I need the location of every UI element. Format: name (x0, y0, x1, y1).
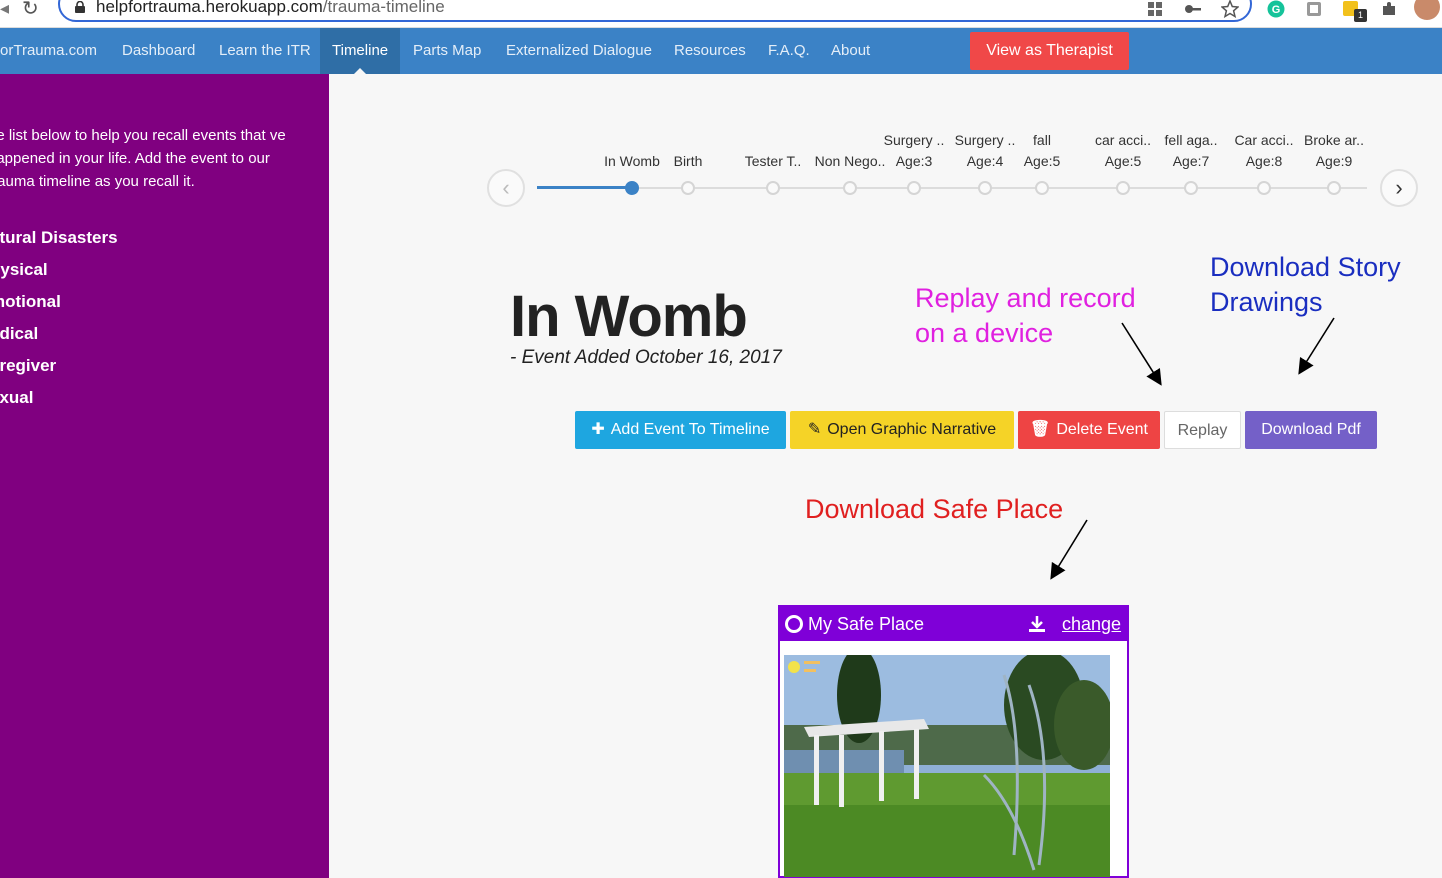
timeline-dot[interactable] (1327, 181, 1341, 195)
timeline-event-age: Age:3 (895, 153, 933, 169)
timeline-dot[interactable] (1116, 181, 1130, 195)
browser-toolbar: ◂ ↻ helpfortrauma.herokuapp.com/trauma-t… (0, 0, 1442, 28)
open-graphic-narrative-button[interactable]: ✎ Open Graphic Narrative (790, 411, 1014, 449)
event-title: In Womb (510, 284, 748, 349)
add-event-label: Add Event To Timeline (610, 421, 770, 438)
annotation-story-line1: Download Story (1210, 252, 1401, 282)
avatar[interactable] (1414, 0, 1440, 20)
safe-place-title: My Safe Place (808, 614, 925, 634)
category-natural-disasters[interactable]: atural Disasters (0, 228, 118, 248)
open-graphic-narrative-label: Open Graphic Narrative (827, 421, 997, 438)
add-event-button[interactable]: ✚ Add Event To Timeline (575, 411, 786, 449)
timeline-next-button[interactable]: › (1380, 169, 1418, 207)
timeline-event-age: Age:5 (1104, 153, 1142, 169)
lock-icon (75, 1, 85, 13)
category-medical[interactable]: edical (0, 324, 38, 344)
safe-place-photo (784, 655, 1110, 877)
download-icon[interactable] (1027, 614, 1047, 634)
grammarly-icon[interactable]: G (1267, 0, 1285, 18)
nav-about[interactable]: About (831, 28, 870, 74)
timeline-event-title[interactable]: Surgery .. (884, 132, 945, 148)
url-host: helpfortrauma.herokuapp.com (96, 0, 323, 16)
trash-icon: 🗑 (1030, 421, 1051, 438)
timeline-event-title[interactable]: Tester T.. (745, 153, 802, 169)
back-icon[interactable]: ◂ (0, 0, 9, 17)
category-sexual[interactable]: exual (0, 388, 33, 408)
timeline-event-title[interactable]: Broke ar.. (1304, 132, 1364, 148)
arrow-to-safe-place (1050, 519, 1088, 580)
timeline-event-age: Age:7 (1172, 153, 1210, 169)
nav-parts-map[interactable]: Parts Map (413, 28, 481, 74)
extension-badge: 1 (1354, 9, 1367, 22)
sidebar: he list below to help you recall events … (0, 74, 329, 878)
timeline-dot[interactable] (843, 181, 857, 195)
url-text[interactable]: helpfortrauma.herokuapp.com/trauma-timel… (96, 0, 445, 17)
timeline-event-title[interactable]: Non Nego.. (815, 153, 886, 169)
replay-button[interactable]: Replay (1164, 411, 1241, 449)
delete-event-button[interactable]: 🗑 Delete Event (1018, 411, 1160, 449)
timeline-event-age: Age:8 (1245, 153, 1283, 169)
annotation-replay-line2: on a device (915, 318, 1054, 348)
safe-place-image (784, 655, 1110, 877)
category-physical[interactable]: hysical (0, 260, 48, 280)
timeline-dot[interactable] (1184, 181, 1198, 195)
category-caregiver[interactable]: aregiver (0, 356, 56, 376)
change-link[interactable]: change (1062, 614, 1121, 635)
star-icon[interactable] (1221, 0, 1239, 18)
puzzle-icon[interactable] (1380, 0, 1398, 18)
nav-externalized-dialogue[interactable]: Externalized Dialogue (506, 28, 652, 74)
timeline-dot[interactable] (1035, 181, 1049, 195)
svg-text:G: G (1272, 4, 1281, 16)
lifebuoy-icon (785, 615, 803, 633)
timeline-dot[interactable] (1257, 181, 1271, 195)
key-icon[interactable] (1184, 0, 1202, 18)
timeline-dot[interactable] (681, 181, 695, 195)
timeline-event-title[interactable]: Birth (674, 153, 703, 169)
annotation-safe-place: Download Safe Place (805, 494, 1064, 524)
sidebar-intro: he list below to help you recall events … (0, 127, 286, 190)
timeline-event-title[interactable]: fall (1033, 132, 1051, 148)
timeline-event-title[interactable]: In Womb (604, 153, 660, 169)
timeline-dot[interactable] (907, 181, 921, 195)
nav-faq[interactable]: F.A.Q. (768, 28, 810, 74)
annotation-replay-line1: Replay and record (915, 283, 1136, 313)
main-navbar: orTrauma.com Dashboard Learn the ITR Tim… (0, 28, 1442, 74)
timeline-event-title[interactable]: fell aga.. (1165, 132, 1218, 148)
timeline-event-title[interactable]: Surgery .. (955, 132, 1016, 148)
safe-place-card: My Safe Place change (778, 605, 1129, 878)
nav-resources[interactable]: Resources (674, 28, 746, 74)
url-path: /trauma-timeline (322, 0, 445, 16)
annotation-story-line2: Drawings (1210, 287, 1323, 317)
timeline-dot[interactable] (625, 181, 639, 195)
timeline-dot[interactable] (978, 181, 992, 195)
nav-brand[interactable]: orTrauma.com (0, 28, 97, 74)
timeline-prev-button[interactable]: ‹ (487, 169, 525, 207)
reload-icon[interactable]: ↻ (22, 0, 39, 19)
arrow-to-download-pdf (1298, 317, 1335, 375)
timeline-event-title[interactable]: Car acci.. (1234, 132, 1293, 148)
nav-timeline[interactable]: Timeline (320, 28, 401, 74)
timeline-event-age: Age:9 (1315, 153, 1353, 169)
plus-icon: ✚ (591, 421, 605, 438)
timeline-progress (537, 186, 632, 189)
timeline-event-title[interactable]: car acci.. (1095, 132, 1151, 148)
apps-grid-icon[interactable] (1146, 0, 1164, 18)
timeline-event-age: Age:4 (966, 153, 1004, 169)
nav-dashboard[interactable]: Dashboard (122, 28, 195, 74)
extension-icon[interactable] (1305, 0, 1323, 18)
timeline-event-age: Age:5 (1023, 153, 1061, 169)
timeline-track (537, 187, 1367, 189)
delete-event-label: Delete Event (1056, 421, 1148, 438)
nav-learn-itr[interactable]: Learn the ITR (219, 28, 311, 74)
view-as-therapist-button[interactable]: View as Therapist (970, 32, 1129, 70)
download-pdf-button[interactable]: Download Pdf (1245, 411, 1377, 449)
event-added-date: - Event Added October 16, 2017 (510, 347, 782, 368)
category-emotional[interactable]: motional (0, 292, 61, 312)
safe-place-header: My Safe Place change (780, 607, 1127, 641)
edit-icon: ✎ (807, 421, 822, 438)
timeline-dot[interactable] (766, 181, 780, 195)
arrow-to-replay (1121, 322, 1162, 386)
